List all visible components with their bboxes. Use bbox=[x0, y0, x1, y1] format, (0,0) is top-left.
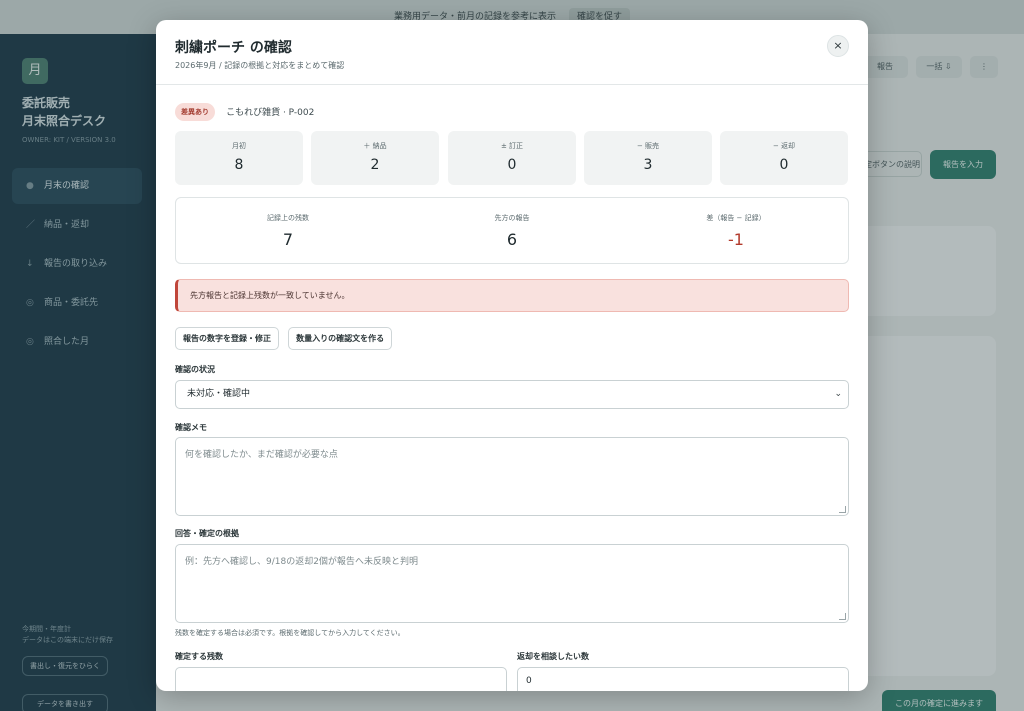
status-select[interactable]: 未対応・確認中 ⌄ bbox=[175, 380, 849, 409]
basis-placeholder: 例：先方へ確認し、9/18の返却2個が報告へ未反映と判明 bbox=[185, 557, 418, 567]
dialog-title: 刺繍ポーチ の確認 bbox=[175, 40, 292, 56]
chevron-down-icon: ⌄ bbox=[834, 389, 842, 399]
stat-label: − 返却 bbox=[772, 142, 796, 150]
stat-value: 8 bbox=[234, 157, 244, 173]
dialog-header: 刺繍ポーチ の確認 2026年9月 / 記録の根拠と対応をまとめて確認 × bbox=[156, 20, 868, 85]
summary-label: 記録上の残数 bbox=[267, 214, 309, 222]
return-count-input[interactable]: 0 bbox=[517, 667, 849, 691]
stat-sold: − 販売 3 bbox=[584, 131, 712, 185]
stock-flow-stats: 月初 8 ＋ 納品 2 ± 訂正 0 − 販売 3 − 返却 0 bbox=[175, 131, 849, 185]
mismatch-alert: 先方報告と記録上残数が一致していません。 bbox=[175, 279, 849, 312]
stat-label: ± 訂正 bbox=[500, 142, 524, 150]
stat-value: 3 bbox=[643, 157, 653, 173]
reconciliation-summary: 記録上の残数 7 先方の報告 6 差（報告 − 記録） -1 bbox=[175, 197, 849, 264]
status-badge: 差異あり bbox=[175, 102, 215, 121]
item-info: 差異あり こもれび雑貨 · P-002 bbox=[175, 101, 315, 121]
stat-correction: ± 訂正 0 bbox=[448, 131, 576, 185]
stat-delivered: ＋ 納品 2 bbox=[311, 131, 439, 185]
stat-value: 0 bbox=[779, 157, 789, 173]
confirm-count-label: 確定する残数 bbox=[175, 652, 223, 661]
stat-value: 2 bbox=[370, 157, 380, 173]
status-label: 確認の状況 bbox=[175, 365, 215, 374]
stat-returned: − 返却 0 bbox=[720, 131, 848, 185]
confirm-dialog: 刺繍ポーチ の確認 2026年9月 / 記録の根拠と対応をまとめて確認 × 差異… bbox=[156, 20, 868, 691]
confirm-count-input[interactable] bbox=[175, 667, 507, 691]
stat-label: − 販売 bbox=[636, 142, 660, 150]
basis-textarea[interactable]: 例：先方へ確認し、9/18の返却2個が報告へ未反映と判明 bbox=[175, 544, 849, 623]
stat-opening: 月初 8 bbox=[175, 131, 303, 185]
stat-label: ＋ 納品 bbox=[363, 142, 387, 150]
return-count-label: 返却を相談したい数 bbox=[517, 652, 589, 661]
memo-placeholder: 何を確認したか、まだ確認が必要な点 bbox=[185, 450, 338, 460]
close-icon[interactable]: × bbox=[827, 35, 849, 57]
memo-textarea[interactable]: 何を確認したか、まだ確認が必要な点 bbox=[175, 437, 849, 516]
resize-handle-icon[interactable] bbox=[839, 613, 846, 620]
reported-stock: 先方の報告 6 bbox=[400, 198, 624, 265]
compose-message-button[interactable]: 数量入りの確認文を作る bbox=[288, 327, 393, 350]
summary-value: -1 bbox=[728, 230, 744, 249]
stock-difference: 差（報告 − 記録） -1 bbox=[624, 198, 848, 265]
status-select-value: 未対応・確認中 bbox=[187, 389, 251, 399]
dialog-subtitle: 2026年9月 / 記録の根拠と対応をまとめて確認 bbox=[175, 61, 345, 70]
summary-value: 6 bbox=[506, 230, 518, 249]
basis-label: 回答・確定の根拠 bbox=[175, 529, 239, 538]
summary-label: 差（報告 − 記録） bbox=[706, 214, 766, 222]
recorded-stock: 記録上の残数 7 bbox=[176, 198, 400, 265]
item-label: こもれび雑貨 · P-002 bbox=[226, 108, 315, 118]
edit-report-button[interactable]: 報告の数字を登録・修正 bbox=[175, 327, 279, 350]
resize-handle-icon[interactable] bbox=[839, 506, 846, 513]
summary-value: 7 bbox=[282, 230, 294, 249]
memo-label: 確認メモ bbox=[175, 423, 207, 432]
stat-label: 月初 bbox=[232, 142, 246, 150]
basis-hint: 残数を確定する場合は必須です。根拠を確認してから入力してください。 bbox=[175, 629, 405, 637]
stat-value: 0 bbox=[507, 157, 517, 173]
summary-label: 先方の報告 bbox=[494, 214, 530, 222]
dialog-actions: 報告の数字を登録・修正 数量入りの確認文を作る bbox=[175, 326, 396, 350]
